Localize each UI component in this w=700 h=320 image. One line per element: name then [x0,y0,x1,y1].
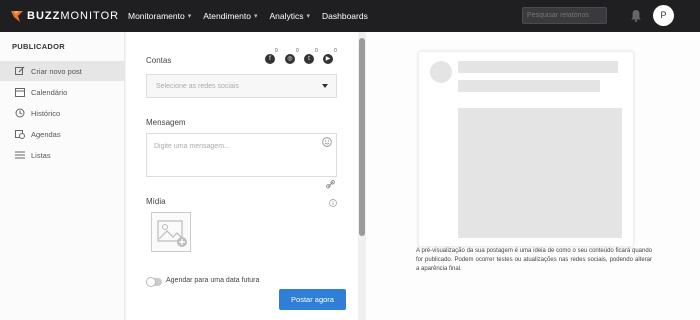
avatar[interactable]: P [653,5,674,26]
image-add-icon [157,220,187,247]
logo-text: BUZZMONITOR [27,10,120,22]
instagram-icon[interactable]: ◎ [285,54,295,64]
preview-card [418,51,634,247]
post-form: Contas 0 f 0 ◎ 0 t 0 ▶ Selecione as rede… [126,32,358,320]
contas-label: Contas [146,56,172,65]
calendar-icon [15,88,25,97]
preview-disclaimer: A pré-visualização da sua postagem é uma… [416,248,652,272]
preview-avatar-placeholder [430,61,452,83]
facebook-icon[interactable]: f [265,54,275,64]
sidebar-title: PUBLICADOR [12,42,65,51]
schedule-icon [15,130,25,139]
sidebar: PUBLICADOR Criar novo post Calendário Hi… [0,32,125,320]
media-upload[interactable] [151,212,191,252]
logo-icon [11,11,23,22]
select-placeholder: Selecione as redes sociais [156,83,239,90]
message-placeholder: Digite uma mensagem... [154,143,230,150]
schedule-label: Agendar para uma data futura [166,277,260,284]
post-now-button[interactable]: Postar agora [279,289,346,310]
mensagem-label: Mensagem [146,118,186,127]
youtube-icon[interactable]: ▶ [323,54,333,64]
youtube-count: 0 [334,48,337,54]
info-icon[interactable] [329,199,337,207]
sidebar-item-calendario[interactable]: Calendário [0,82,125,102]
main-nav: Monitoramento ▾ Atendimento ▾ Analytics ▾ D… [128,0,380,32]
sidebar-item-criar-novo-post[interactable]: Criar novo post [0,61,125,81]
midia-label: Mídia [146,197,166,206]
top-navigation-bar: BUZZMONITOR Monitoramento ▾ Atendimento ▾ … [0,0,700,32]
preview-line-placeholder [458,80,600,92]
bell-icon[interactable] [630,9,642,22]
nav-monitoramento[interactable]: Monitoramento ▾ [128,11,191,21]
chevron-down-icon: ▾ [306,13,310,20]
edit-icon [15,66,25,75]
nav-atendimento[interactable]: Atendimento ▾ [203,11,257,21]
nav-dashboards[interactable]: Dashboards [322,11,368,21]
history-icon [15,108,25,118]
post-preview-panel: A pré-visualização da sua postagem é uma… [366,32,700,320]
list-icon [15,151,25,159]
schedule-toggle[interactable] [146,277,162,287]
social-network-select[interactable]: Selecione as redes sociais [146,74,337,98]
nav-analytics[interactable]: Analytics ▾ [269,11,310,21]
preview-line-placeholder [458,61,618,73]
caret-down-icon [322,84,328,88]
facebook-count: 0 [275,48,278,54]
buzzmonitor-logo[interactable]: BUZZMONITOR [10,9,119,23]
twitter-count: 0 [315,48,318,54]
chevron-down-icon: ▾ [253,13,258,20]
instagram-count: 0 [296,48,299,54]
twitter-icon[interactable]: t [304,54,314,64]
message-textarea[interactable]: Digite uma mensagem... [146,133,337,177]
sidebar-item-listas[interactable]: Listas [0,145,125,165]
sidebar-item-historico[interactable]: Histórico [0,103,125,123]
sidebar-item-agendas[interactable]: Agendas [0,124,125,144]
chevron-down-icon: ▾ [187,13,192,20]
link-icon[interactable] [326,180,335,189]
form-scrollbar-thumb[interactable] [359,38,365,236]
preview-image-placeholder [458,108,622,238]
emoji-icon[interactable] [322,137,332,147]
search-input[interactable] [522,7,607,24]
